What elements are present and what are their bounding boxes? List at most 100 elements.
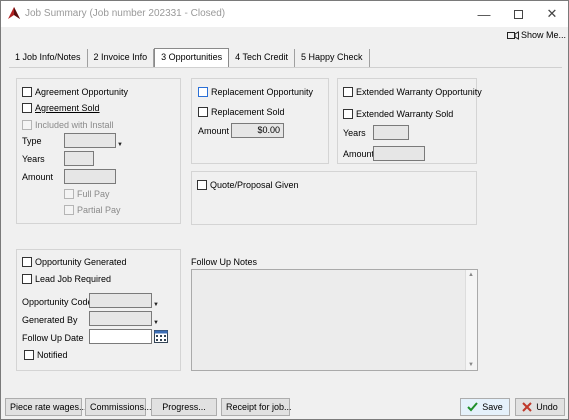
close-icon: ✕ (546, 6, 558, 21)
tab-tech-credit[interactable]: 4 Tech Credit (229, 49, 296, 67)
progress-button[interactable]: Progress... (151, 398, 217, 416)
opportunity-generated-checkbox[interactable]: Opportunity Generated (22, 257, 127, 267)
extended-warranty-opportunity-label: Extended Warranty Opportunity (356, 87, 482, 97)
receipt-for-job-button[interactable]: Receipt for job... (221, 398, 292, 416)
checkbox-box (22, 103, 32, 113)
tab-invoice-info[interactable]: 2 Invoice Info (88, 49, 155, 67)
notified-checkbox[interactable]: Notified (24, 350, 68, 360)
notified-label: Notified (37, 350, 68, 360)
show-me-label: Show Me... (521, 30, 567, 40)
lead-job-required-label: Lead Job Required (35, 274, 112, 284)
generated-by-label: Generated By (22, 315, 78, 325)
piece-rate-wages-label: Piece rate wages... (10, 402, 87, 412)
tab-strip: 1 Job Info/Notes 2 Invoice Info 3 Opport… (9, 48, 370, 68)
commissions-label: Commissions... (90, 402, 152, 412)
chevron-down-icon[interactable]: ▼ (116, 133, 124, 148)
maximize-icon (513, 9, 523, 19)
follow-up-notes-label: Follow Up Notes (191, 257, 258, 267)
checkbox-box (22, 120, 32, 130)
checkbox-box (64, 189, 74, 199)
extended-warranty-sold-label: Extended Warranty Sold (356, 109, 454, 119)
included-with-install-label: Included with Install (35, 120, 114, 130)
save-label: Save (482, 402, 503, 412)
chevron-down-icon[interactable]: ▼ (152, 293, 160, 308)
undo-label: Undo (536, 402, 558, 412)
follow-up-date-label: Follow Up Date (22, 333, 84, 343)
tab-happy-check[interactable]: 5 Happy Check (295, 49, 370, 67)
follow-up-notes-textarea[interactable]: ▲ ▼ (191, 269, 478, 371)
checkbox-box (198, 87, 208, 97)
commissions-button[interactable]: Commissions... (85, 398, 152, 416)
checkmark-icon (467, 402, 478, 412)
app-logo-icon (8, 7, 20, 19)
lead-job-required-checkbox[interactable]: Lead Job Required (22, 274, 111, 284)
checkbox-box (343, 109, 353, 119)
agreement-group (16, 78, 181, 224)
quote-proposal-given-label: Quote/Proposal Given (210, 180, 299, 190)
opportunity-code-label: Opportunity Code (22, 297, 93, 307)
warranty-amount-field[interactable] (373, 146, 425, 161)
replacement-sold-checkbox[interactable]: Replacement Sold (198, 107, 285, 117)
notes-scrollbar[interactable]: ▲ ▼ (465, 270, 477, 370)
checkbox-box (22, 87, 32, 97)
quote-proposal-given-checkbox[interactable]: Quote/Proposal Given (197, 180, 299, 190)
checkbox-box (197, 180, 207, 190)
video-camera-icon (507, 30, 519, 40)
included-with-install-checkbox: Included with Install (22, 120, 114, 130)
window-title: Job Summary (Job number 202331 - Closed) (25, 8, 226, 19)
agreement-type-dropdown[interactable] (64, 133, 116, 148)
replacement-sold-label: Replacement Sold (211, 107, 285, 117)
show-me-button[interactable]: Show Me... (507, 30, 566, 40)
piece-rate-wages-button[interactable]: Piece rate wages... (5, 398, 87, 416)
warranty-years-label: Years (343, 128, 366, 138)
partial-pay-checkbox: Partial Pay (64, 205, 121, 215)
full-pay-checkbox: Full Pay (64, 189, 110, 199)
receipt-for-job-label: Receipt for job... (226, 402, 292, 412)
years-label: Years (22, 154, 45, 164)
checkbox-box (24, 350, 34, 360)
scroll-down-icon[interactable]: ▼ (468, 362, 474, 368)
opportunity-generated-label: Opportunity Generated (35, 257, 127, 267)
warranty-amount-label: Amount (343, 149, 375, 159)
checkbox-box (343, 87, 353, 97)
generated-by-dropdown[interactable] (89, 311, 152, 326)
job-summary-window: Job Summary (Job number 202331 - Closed)… (0, 0, 569, 420)
replacement-opportunity-label: Replacement Opportunity (211, 87, 314, 97)
checkbox-box (198, 107, 208, 117)
minimize-button[interactable]: — (467, 1, 501, 27)
chevron-down-icon[interactable]: ▼ (152, 311, 160, 326)
full-pay-label: Full Pay (77, 189, 110, 199)
checkbox-box (64, 205, 74, 215)
agreement-opportunity-checkbox[interactable]: Agreement Opportunity (22, 87, 128, 97)
maximize-button[interactable] (501, 1, 535, 27)
replacement-amount-label: Amount (198, 126, 230, 136)
undo-button[interactable]: Undo (515, 398, 565, 416)
tab-opportunities[interactable]: 3 Opportunities (154, 48, 230, 68)
save-button[interactable]: Save (460, 398, 510, 416)
tab-job-info-notes[interactable]: 1 Job Info/Notes (9, 49, 88, 67)
undo-x-icon (522, 402, 532, 412)
checkbox-box (22, 274, 32, 284)
progress-label: Progress... (162, 402, 206, 412)
calendar-icon[interactable] (154, 330, 168, 343)
warranty-years-field[interactable] (373, 125, 409, 140)
opportunity-code-dropdown[interactable] (89, 293, 152, 308)
replacement-opportunity-checkbox[interactable]: Replacement Opportunity (198, 87, 313, 97)
type-label: Type (22, 136, 42, 146)
replacement-amount-field[interactable]: $0.00 (231, 123, 284, 138)
extended-warranty-sold-checkbox[interactable]: Extended Warranty Sold (343, 109, 453, 119)
agreement-sold-label: Agreement Sold (35, 103, 100, 113)
title-bar: Job Summary (Job number 202331 - Closed)… (1, 1, 568, 27)
amount-label: Amount (22, 172, 54, 182)
scroll-up-icon[interactable]: ▲ (468, 272, 474, 278)
follow-up-date-field[interactable] (89, 329, 152, 344)
minimize-icon: — (477, 6, 491, 22)
extended-warranty-opportunity-checkbox[interactable]: Extended Warranty Opportunity (343, 87, 482, 97)
agreement-opportunity-label: Agreement Opportunity (35, 87, 129, 97)
agreement-sold-checkbox[interactable]: Agreement Sold (22, 103, 100, 113)
agreement-amount-field[interactable] (64, 169, 116, 184)
close-button[interactable]: ✕ (535, 1, 569, 27)
checkbox-box (22, 257, 32, 267)
partial-pay-label: Partial Pay (77, 205, 121, 215)
agreement-years-field[interactable] (64, 151, 94, 166)
